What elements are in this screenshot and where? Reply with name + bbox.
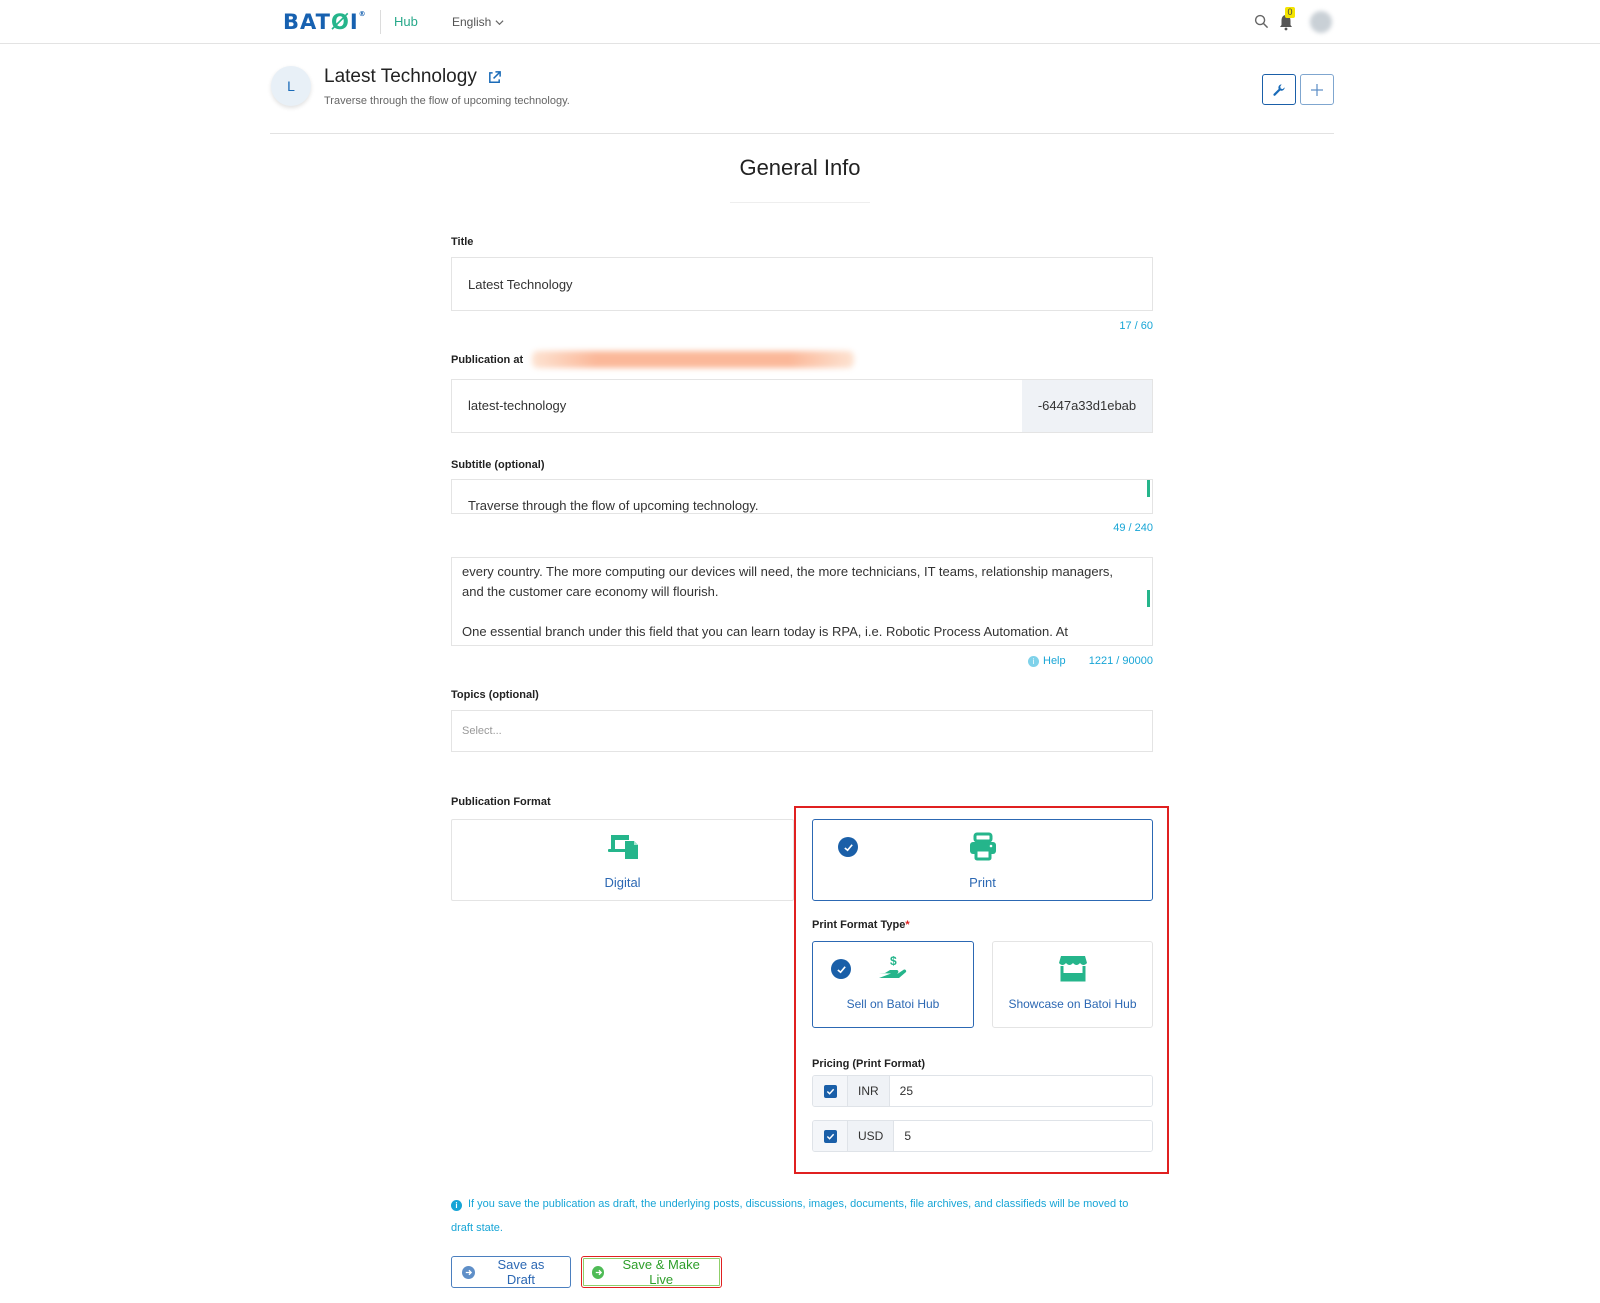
save-and-make-live-label: Save & Make Live [622,1257,700,1287]
nav-hub-link[interactable]: Hub [394,14,418,29]
publication-at-label: Publication at [451,354,524,366]
batoi-logo[interactable]: BATØI® [283,10,367,34]
print-type-sell-on-hub[interactable]: $ Sell on Batoi Hub [812,941,974,1028]
search-icon[interactable] [1254,14,1269,29]
slug-input[interactable]: latest-technology [452,380,1022,432]
add-button[interactable] [1300,74,1334,105]
devices-icon [607,835,638,859]
language-label: English [452,15,492,29]
subtitle-label: Subtitle (optional) [451,459,545,471]
print-type-showcase-on-hub[interactable]: Showcase on Batoi Hub [992,941,1153,1028]
body-scrollbar[interactable] [1147,590,1150,607]
arrow-right-circle-icon [462,1265,475,1279]
section-underline [730,202,870,203]
header-divider [270,133,1334,134]
publication-title-row: Latest Technology [324,66,502,88]
body-line: and the customer care economy will flour… [462,584,719,599]
subtitle-char-counter: 49 / 240 [1113,522,1153,534]
price-row-inr: INR [812,1075,1153,1107]
notification-badge: 0 [1285,7,1295,18]
printer-icon [969,832,996,861]
inr-checkbox[interactable] [813,1076,848,1106]
required-marker: * [905,919,910,931]
checkbox-checked-icon [823,1129,837,1143]
pricing-label: Pricing (Print Format) [812,1058,926,1070]
storefront-icon [1059,956,1087,982]
settings-tools-button[interactable] [1262,74,1296,105]
body-line: One essential branch under this field th… [462,624,1069,639]
info-icon: i [1028,655,1039,667]
body-line [462,602,1142,622]
body-line: every country. The more computing our de… [462,564,1114,579]
format-option-digital[interactable]: Digital [451,819,794,901]
publication-description: Traverse through the flow of upcoming te… [324,95,570,107]
section-title: General Info [739,155,861,180]
help-link[interactable]: i Help [1028,655,1066,667]
svg-text:$: $ [890,954,897,968]
publication-title: Latest Technology [324,66,477,87]
print-type-label: Showcase on Batoi Hub [1008,997,1137,1011]
publication-avatar: L [271,66,311,106]
arrow-right-circle-icon [592,1265,605,1279]
usd-price-input[interactable] [894,1121,1152,1151]
chevron-down-icon [495,19,504,25]
checkbox-checked-icon [823,1084,837,1098]
draft-notice: i If you save the publication as draft, t… [451,1192,1141,1240]
save-and-make-live-button[interactable]: Save & Make Live [581,1256,722,1288]
subtitle-textarea[interactable]: Traverse through the flow of upcoming te… [451,479,1153,514]
body-textarea[interactable]: every country. The more computing our de… [451,557,1153,646]
slug-input-group: latest-technology -6447a33d1ebab [451,379,1153,433]
selected-check-icon [838,837,858,857]
print-format-type-text: Print Format Type [812,919,906,931]
draft-notice-text: If you save the publication as draft, th… [451,1198,1129,1234]
title-input[interactable]: Latest Technology [451,257,1153,311]
slug-suffix: -6447a33d1ebab [1022,380,1152,432]
currency-label: INR [848,1076,890,1106]
selected-check-icon [831,959,851,979]
top-navbar: BATØI® Hub English 0 [0,0,1600,44]
publication-url-redacted [532,351,854,368]
topics-select[interactable]: Select... [451,710,1153,752]
save-as-draft-label: Save as Draft [497,1257,545,1287]
usd-checkbox[interactable] [813,1121,848,1151]
subtitle-scrollbar[interactable] [1147,480,1150,497]
print-format-type-label: Print Format Type* [812,919,910,931]
plus-icon [1311,83,1323,96]
save-as-draft-button[interactable]: Save as Draft [451,1256,571,1288]
title-label: Title [451,236,474,248]
format-label: Digital [604,875,641,890]
publication-format-label: Publication Format [451,796,551,808]
topics-label: Topics (optional) [451,689,539,701]
format-label: Print [969,875,996,890]
inr-price-input[interactable] [889,1076,1152,1106]
currency-label: USD [848,1121,895,1151]
external-link-icon[interactable] [487,70,502,85]
language-selector[interactable]: English [452,15,504,29]
info-icon: i [451,1200,462,1211]
print-type-label: Sell on Batoi Hub [846,997,940,1011]
nav-divider [380,10,381,34]
hand-dollar-icon: $ [879,954,907,978]
title-char-counter: 17 / 60 [1119,320,1153,332]
body-char-counter: 1221 / 90000 [1088,655,1153,667]
price-row-usd: USD [812,1120,1153,1152]
format-option-print[interactable]: Print [812,819,1153,901]
user-avatar[interactable] [1310,11,1332,33]
wrench-icon [1273,83,1285,96]
help-label: Help [1043,655,1066,667]
